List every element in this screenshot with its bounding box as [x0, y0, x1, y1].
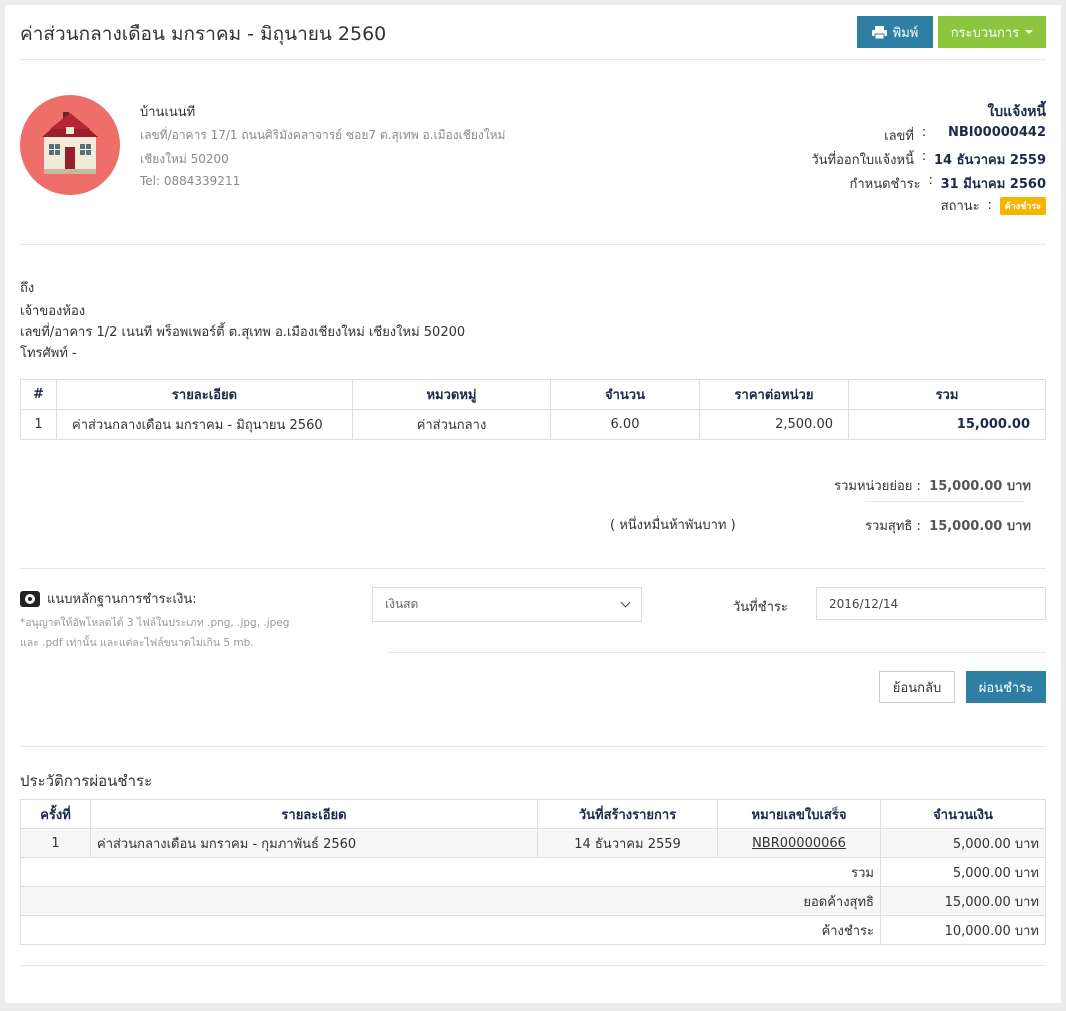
history-outstanding-label: ค้างชำระ — [20, 915, 881, 945]
item-total: 15,000.00 — [848, 409, 1046, 440]
history-total-label: รวม — [20, 857, 881, 887]
col-total: รวม — [848, 379, 1046, 410]
col-quantity: จำนวน — [550, 379, 700, 410]
invoice-number-label: เลขที่ — [884, 129, 914, 144]
print-label: พิมพ์ — [892, 25, 919, 41]
history-detail: ค่าส่วนกลางเดือน มกราคม - กุมภาพันธ์ 256… — [90, 828, 538, 858]
divider — [20, 568, 1046, 569]
company-city: เชียงใหม่ 50200 — [140, 152, 229, 166]
col-created-date: วันที่สร้างรายการ — [537, 799, 718, 829]
divider — [387, 652, 1046, 653]
due-date: 31 มีนาคม 2560 — [940, 177, 1046, 192]
net-total-row: รวมสุทธิ : 15,000.00 บาท — [865, 515, 1031, 536]
page-title: ค่าส่วนกลางเดือน มกราคม - มิถุนายน 2560 — [20, 23, 387, 45]
subtotal-row: รวมหน่วยย่อย : 15,000.00 บาท — [834, 475, 1031, 496]
item-detail: ค่าส่วนกลางเดือน มกราคม - มิถุนายน 2560 — [56, 409, 353, 440]
chevron-down-icon — [620, 597, 631, 608]
divider — [20, 965, 1046, 966]
subtotal-value: 15,000.00 บาท — [929, 479, 1031, 494]
subtotal-label: รวมหน่วยย่อย : — [834, 479, 921, 494]
col-number: # — [20, 379, 57, 410]
divider — [20, 244, 1046, 245]
company-logo — [20, 95, 120, 195]
issue-date-row: วันที่ออกใบแจ้งหนี้ : 14 ธันวาคม 2559 — [811, 149, 1046, 170]
history-net-row: ยอดค้างสุทธิ 15,000.00 บาท — [20, 886, 1046, 916]
history-header-row: ครั้งที่ รายละเอียด วันที่สร้างรายการ หม… — [20, 799, 1046, 829]
payment-method-value: เงินสด — [385, 597, 419, 611]
col-category: หมวดหมู่ — [352, 379, 551, 410]
history-no: 1 — [20, 828, 91, 858]
col-installment-no: ครั้งที่ — [20, 799, 91, 829]
table-row: 1 ค่าส่วนกลางเดือน มกราคม - มิถุนายน 256… — [20, 409, 1046, 440]
invoice-page: ค่าส่วนกลางเดือน มกราคม - มิถุนายน 2560 … — [5, 5, 1061, 1003]
table-row: 1 ค่าส่วนกลางเดือน มกราคม - กุมภาพันธ์ 2… — [20, 828, 1046, 858]
attach-proof-text: แนบหลักฐานการชำระเงิน: — [47, 592, 197, 607]
col-amount: จำนวนเงิน — [880, 799, 1046, 829]
colon: : — [928, 173, 933, 188]
items-header-row: # รายละเอียด หมวดหมู่ จำนวน ราคาต่อหน่วย… — [20, 379, 1046, 410]
item-quantity: 6.00 — [550, 409, 700, 440]
issue-date-label: วันที่ออกใบแจ้งหนี้ — [811, 153, 914, 168]
divider — [20, 746, 1046, 747]
history-title: ประวัติการผ่อนชำระ — [20, 772, 153, 790]
colon: : — [987, 198, 992, 213]
company-tel: Tel: 0884339211 — [140, 174, 241, 188]
due-date-row: กำหนดชำระ : 31 มีนาคม 2560 — [849, 173, 1046, 194]
item-number: 1 — [20, 409, 57, 440]
col-unit-price: ราคาต่อหน่วย — [699, 379, 849, 410]
amount-in-words: ( หนึ่งหมื่นห้าพันบาท ) — [610, 518, 736, 533]
colon: : — [921, 125, 927, 140]
status-row: สถานะ : ค้างชำระ — [941, 195, 1046, 216]
divider — [865, 501, 1025, 502]
due-date-label: กำหนดชำระ — [849, 177, 921, 192]
col-detail: รายละเอียด — [56, 379, 353, 410]
installment-pay-button[interactable]: ผ่อนชำระ — [966, 671, 1046, 703]
caret-down-icon — [1025, 30, 1034, 34]
items-table: # รายละเอียด หมวดหมู่ จำนวน ราคาต่อหน่วย… — [20, 379, 1046, 440]
payment-date-label: วันที่ชำระ — [733, 600, 788, 615]
net-total-value: 15,000.00 บาท — [929, 519, 1031, 534]
history-net-value: 15,000.00 บาท — [880, 886, 1046, 916]
company-address: เลขที่/อาคาร 17/1 ถนนศิริมังคลาจารย์ ซอย… — [140, 128, 506, 142]
history-outstanding-row: ค้างชำระ 10,000.00 บาท — [20, 915, 1046, 945]
history-total-value: 5,000.00 บาท — [880, 857, 1046, 887]
history-table: ครั้งที่ รายละเอียด วันที่สร้างรายการ หม… — [20, 799, 1046, 945]
col-receipt-no: หมายเลขใบเสร็จ — [717, 799, 881, 829]
history-net-label: ยอดค้างสุทธิ — [20, 886, 881, 916]
recipient-phone: โทรศัพท์ - — [20, 346, 77, 361]
invoice-number: NBI00000442 — [948, 125, 1046, 140]
printer-icon — [871, 25, 887, 39]
print-button[interactable]: พิมพ์ — [857, 16, 933, 48]
issue-date: 14 ธันวาคม 2559 — [933, 153, 1046, 168]
col-detail: รายละเอียด — [90, 799, 538, 829]
recipient-address: เลขที่/อาคาร 1/2 เนนที พร็อพเพอร์ตี้ ต.ส… — [20, 325, 466, 340]
recipient-name: เจ้าของห้อง — [20, 304, 86, 319]
process-dropdown-button[interactable]: กระบวนการ — [938, 16, 1046, 48]
history-outstanding-value: 10,000.00 บาท — [880, 915, 1046, 945]
receipt-link[interactable]: NBR00000066 — [752, 836, 846, 851]
upload-note-line2: และ .pdf เท่านั้น และแต่ละไฟล์ขนาดไม่เกิ… — [20, 637, 254, 649]
colon: : — [921, 149, 927, 164]
company-name: บ้านเนนที — [140, 105, 196, 120]
item-category: ค่าส่วนกลาง — [352, 409, 551, 440]
upload-note-line1: *อนุญาตให้อัพโหลดได้ 3 ไฟล์ในประเภท .png… — [20, 617, 290, 629]
invoice-number-row: เลขที่ : NBI00000442 — [884, 125, 1046, 146]
recipient-to-label: ถึง — [20, 281, 35, 296]
process-label: กระบวนการ — [950, 25, 1020, 41]
invoice-heading: ใบแจ้งหนี้ — [987, 104, 1046, 120]
house-icon — [42, 112, 98, 174]
status-badge: ค้างชำระ — [999, 196, 1046, 215]
history-created-date: 14 ธันวาคม 2559 — [537, 828, 718, 858]
back-button[interactable]: ย้อนกลับ — [879, 671, 955, 703]
net-total-label: รวมสุทธิ : — [865, 519, 921, 534]
attach-proof-label[interactable]: แนบหลักฐานการชำระเงิน: — [20, 588, 197, 609]
item-unit-price: 2,500.00 — [699, 409, 849, 440]
payment-method-select[interactable]: เงินสด — [372, 587, 642, 622]
payment-date-input[interactable]: 2016/12/14 — [816, 587, 1046, 620]
status-label: สถานะ — [940, 199, 980, 214]
camera-icon[interactable] — [20, 590, 40, 607]
history-amount: 5,000.00 บาท — [880, 828, 1046, 858]
history-total-row: รวม 5,000.00 บาท — [20, 857, 1046, 887]
divider — [20, 59, 1046, 60]
